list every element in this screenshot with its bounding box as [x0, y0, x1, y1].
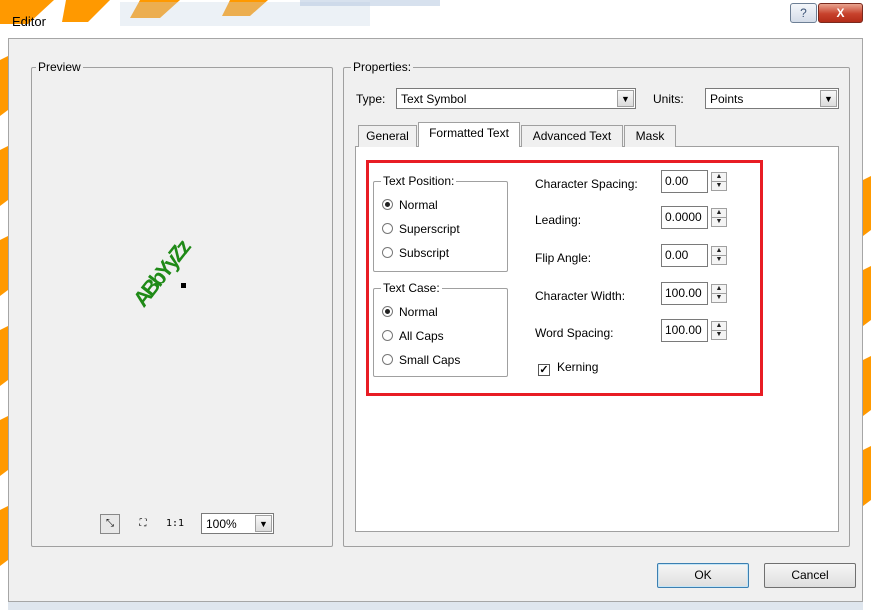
- tab-advanced-text[interactable]: Advanced Text: [521, 125, 623, 147]
- ok-button[interactable]: OK: [657, 563, 749, 588]
- preview-label: Preview: [36, 60, 83, 74]
- actual-size-icon[interactable]: 1:1: [165, 514, 185, 534]
- zoom-fit-icon[interactable]: ⤡: [100, 514, 120, 534]
- units-value: Points: [710, 92, 744, 106]
- properties-label: Properties:: [351, 60, 414, 74]
- type-select[interactable]: Text Symbol ▼: [396, 88, 636, 109]
- cancel-button[interactable]: Cancel: [764, 563, 856, 588]
- type-value: Text Symbol: [401, 92, 467, 106]
- dropdown-arrow-icon[interactable]: ▼: [255, 515, 272, 532]
- title-bar: Editor ? X: [0, 0, 871, 38]
- close-button[interactable]: X: [818, 3, 863, 23]
- preview-canvas: [37, 78, 327, 498]
- help-button[interactable]: ?: [790, 3, 817, 23]
- tab-mask[interactable]: Mask: [624, 125, 676, 147]
- dropdown-arrow-icon[interactable]: ▼: [820, 90, 837, 107]
- window-title: Editor: [12, 14, 46, 29]
- units-select[interactable]: Points ▼: [705, 88, 839, 109]
- zoom-select[interactable]: 100% ▼: [201, 513, 274, 534]
- dropdown-arrow-icon[interactable]: ▼: [617, 90, 634, 107]
- tab-formatted-text[interactable]: Formatted Text: [418, 122, 520, 147]
- highlight-annotation: [366, 160, 763, 396]
- tab-general[interactable]: General: [358, 125, 417, 147]
- zoom-value: 100%: [206, 517, 237, 531]
- editor-window: Editor ? X Preview ABbYyZz ⤡ ⛶ 1:1 100% …: [0, 0, 871, 610]
- full-extent-icon[interactable]: ⛶: [133, 514, 153, 534]
- type-label: Type:: [356, 92, 386, 106]
- units-label: Units:: [653, 92, 684, 106]
- anchor-point: [181, 283, 186, 288]
